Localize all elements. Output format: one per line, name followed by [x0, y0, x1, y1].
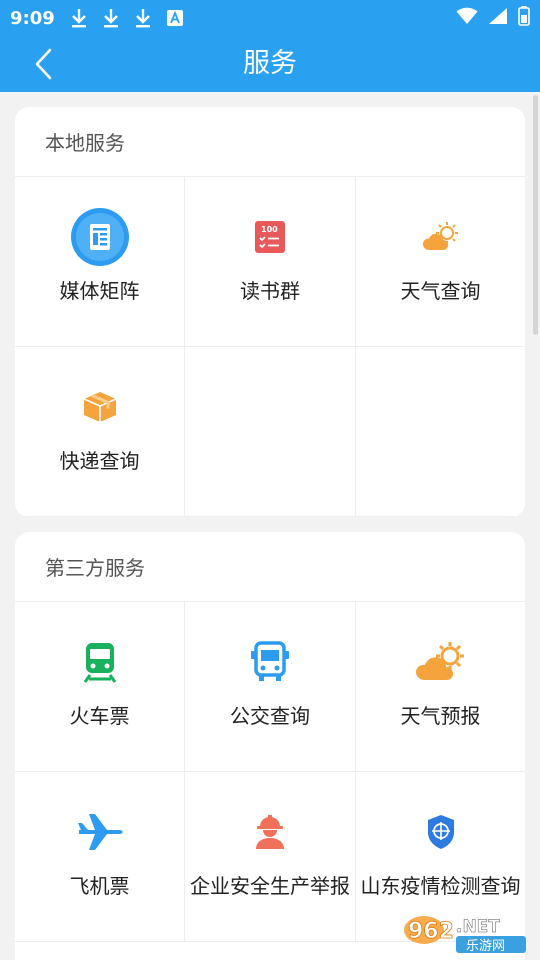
svg-text:100: 100 [261, 225, 278, 234]
section-title-local: 本地服务 [15, 107, 525, 177]
battery-icon [518, 6, 530, 30]
worker-helmet-icon [240, 802, 300, 862]
svg-text:962: 962 [408, 919, 454, 944]
service-safety-report[interactable]: 企业安全生产举报 [185, 772, 356, 942]
service-express-query[interactable]: 快递查询 [15, 347, 185, 517]
shield-icon [411, 802, 471, 862]
service-label: 天气预报 [400, 704, 481, 728]
download-icon [133, 8, 153, 28]
service-label: 飞机票 [69, 874, 130, 898]
service-label: 快递查询 [59, 449, 140, 473]
service-weather-forecast[interactable]: 天气预报 [356, 602, 525, 772]
local-services-grid: 媒体矩阵 100 读书群 天气查询 快递查询 [15, 177, 525, 517]
section-title-third-party: 第三方服务 [15, 532, 525, 602]
media-matrix-icon [70, 207, 130, 267]
download-icon [69, 8, 89, 28]
service-label: 读书群 [240, 279, 300, 303]
package-icon [70, 377, 130, 437]
app-bar: 服务 [0, 36, 540, 92]
service-label: 企业安全生产举报 [190, 874, 350, 898]
status-time: 9:09 [10, 7, 55, 29]
third-party-services-grid: 火车票 公交查询 天气预报 飞机票 企业安全生产举报 山东疫情检测查询 [15, 602, 525, 942]
service-label: 天气查询 [400, 279, 481, 303]
local-services-card: 本地服务 媒体矩阵 100 读书群 天气查询 快递查询 [15, 107, 525, 517]
a-badge-icon [165, 8, 185, 28]
service-label: 山东疫情检测查询 [360, 874, 521, 898]
book-checklist-icon: 100 [240, 207, 300, 267]
empty-cell [185, 347, 356, 517]
svg-text:乐游网: 乐游网 [466, 939, 505, 954]
train-icon [70, 632, 130, 692]
service-label: 火车票 [69, 704, 130, 728]
wifi-icon [456, 7, 478, 29]
bus-icon [240, 632, 300, 692]
signal-icon [488, 7, 508, 29]
service-train-ticket[interactable]: 火车票 [15, 602, 185, 772]
page-title: 服务 [243, 48, 297, 79]
service-media-matrix[interactable]: 媒体矩阵 [15, 177, 185, 347]
watermark-logo: 962 .NET 乐游网 [400, 906, 532, 956]
airplane-icon [70, 802, 130, 862]
svg-text:.NET: .NET [456, 917, 500, 937]
service-reading-group[interactable]: 100 读书群 [185, 177, 356, 347]
service-label: 媒体矩阵 [59, 279, 140, 303]
weather-icon [411, 207, 471, 267]
scrollbar[interactable] [533, 95, 538, 335]
service-weather-query[interactable]: 天气查询 [356, 177, 525, 347]
service-bus-query[interactable]: 公交查询 [185, 602, 356, 772]
weather-icon [411, 632, 471, 692]
status-bar: 9:09 [0, 0, 540, 36]
download-icon [101, 8, 121, 28]
service-label: 公交查询 [230, 704, 310, 728]
service-flight-ticket[interactable]: 飞机票 [15, 772, 185, 942]
third-party-services-card: 第三方服务 火车票 公交查询 天气预报 飞机票 企业安全生产举报 山东疫情检测查… [15, 532, 525, 960]
empty-cell [356, 347, 525, 517]
